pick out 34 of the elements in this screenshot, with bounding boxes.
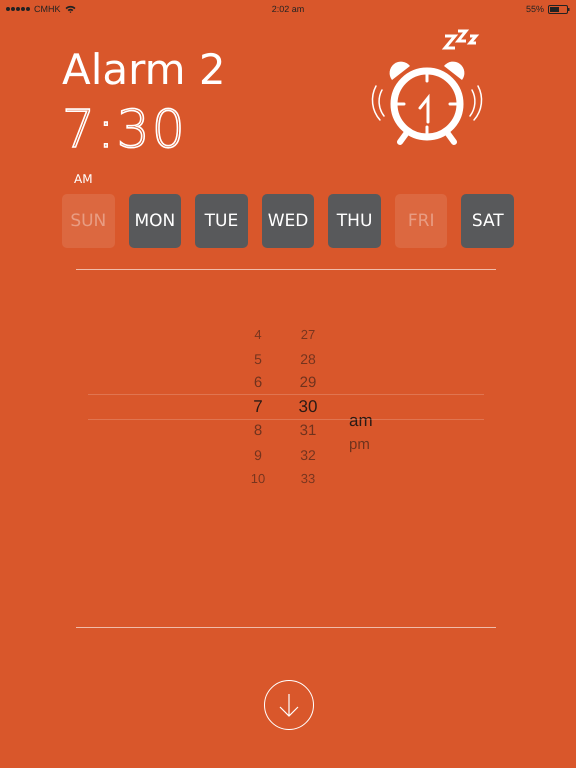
day-toggle[interactable]: SUN bbox=[62, 194, 115, 248]
day-toggle[interactable]: FRI bbox=[394, 194, 448, 248]
day-toggle[interactable]: TUE bbox=[195, 194, 248, 248]
picker-value[interactable]: 27 bbox=[300, 323, 316, 347]
picker-value[interactable]: 31 bbox=[300, 419, 316, 443]
scroll-down-button[interactable] bbox=[264, 680, 314, 730]
picker-value[interactable]: 9 bbox=[254, 443, 262, 467]
signal-icon bbox=[6, 7, 30, 11]
picker-value[interactable]: 5 bbox=[254, 347, 262, 371]
picker-value[interactable]: am bbox=[349, 409, 373, 433]
battery-percent: 55% bbox=[526, 4, 544, 14]
picker-value[interactable]: 32 bbox=[300, 443, 316, 467]
picker-value[interactable]: 6 bbox=[254, 371, 262, 395]
carrier-name: CMHK bbox=[34, 4, 60, 14]
down-arrow-icon bbox=[277, 692, 301, 718]
battery-icon bbox=[548, 4, 570, 14]
picker-value[interactable]: 8 bbox=[254, 419, 262, 443]
picker-value[interactable]: 28 bbox=[300, 347, 316, 371]
day-toggle[interactable]: SAT bbox=[461, 194, 514, 248]
picker-value[interactable]: pm bbox=[349, 433, 370, 457]
alarm-period: AM bbox=[74, 172, 94, 186]
picker-value[interactable]: 29 bbox=[300, 371, 316, 395]
picker-value[interactable]: 33 bbox=[300, 467, 316, 491]
day-toggle[interactable]: MON bbox=[128, 194, 182, 248]
day-toggle[interactable]: WED bbox=[262, 194, 314, 248]
day-toggle[interactable]: THU bbox=[328, 194, 381, 248]
picker-value[interactable]: 10 bbox=[250, 467, 266, 491]
picker-value[interactable]: 30 bbox=[298, 395, 318, 419]
status-time: 2:02 am bbox=[272, 4, 304, 14]
alarm-time: 7:30 bbox=[62, 102, 188, 158]
picker-value[interactable]: 7 bbox=[253, 395, 263, 419]
picker-value[interactable]: 4 bbox=[254, 323, 262, 347]
wifi-icon bbox=[64, 5, 76, 13]
alarm-title: Alarm 2 bbox=[62, 44, 226, 96]
